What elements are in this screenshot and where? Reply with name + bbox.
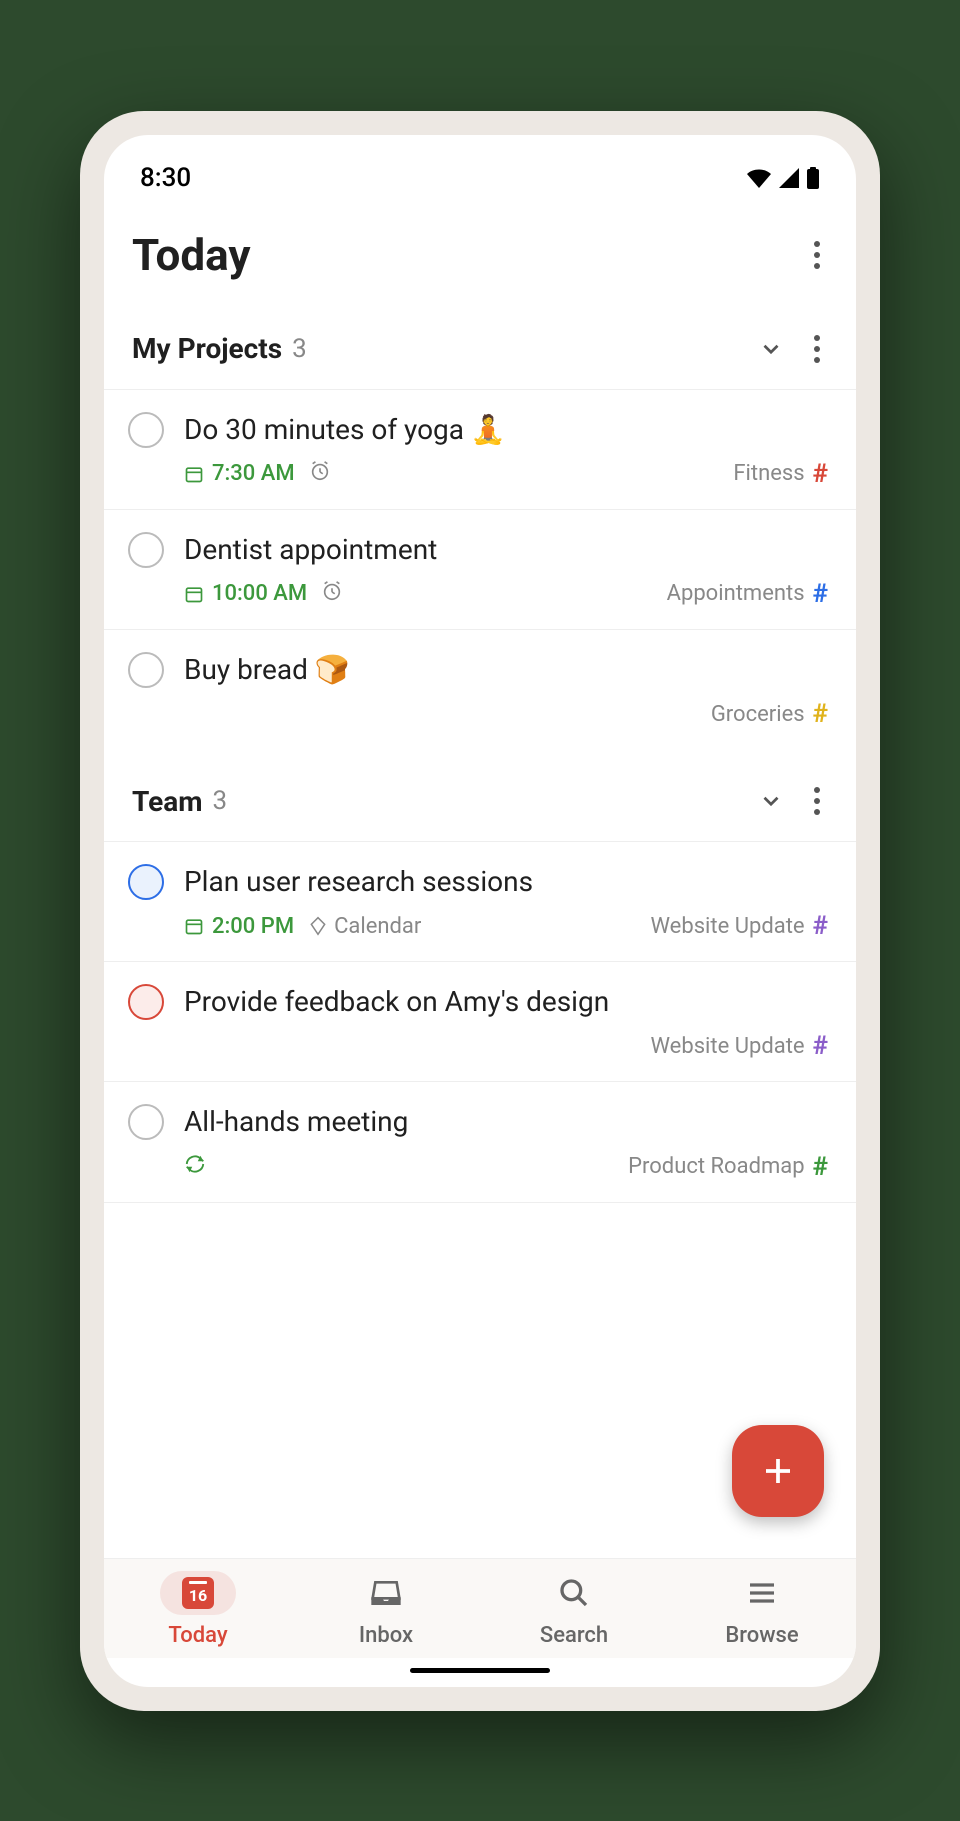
task-project: Fitness bbox=[733, 461, 804, 486]
menu-icon bbox=[746, 1577, 778, 1609]
page-title: Today bbox=[132, 229, 251, 281]
status-bar: 8:30 bbox=[104, 135, 856, 209]
wifi-icon bbox=[746, 168, 772, 188]
task-title: All-hands meeting bbox=[184, 1102, 828, 1141]
task-row[interactable]: Do 30 minutes of yoga 🧘 7:30 AM Fitness … bbox=[104, 389, 856, 509]
signal-icon bbox=[778, 168, 800, 188]
nav-search[interactable]: Search bbox=[480, 1571, 668, 1648]
status-icons bbox=[746, 167, 820, 189]
task-row[interactable]: All-hands meeting Product Roadmap # bbox=[104, 1081, 856, 1202]
hash-icon: # bbox=[813, 1031, 828, 1061]
nav-label: Inbox bbox=[359, 1623, 413, 1648]
nav-browse[interactable]: Browse bbox=[668, 1571, 856, 1648]
chevron-down-icon[interactable] bbox=[758, 788, 784, 814]
hash-icon: # bbox=[813, 459, 828, 489]
task-project: Groceries bbox=[711, 702, 805, 727]
section-title: Team bbox=[132, 785, 202, 818]
task-project: Product Roadmap bbox=[628, 1154, 804, 1179]
task-project: Website Update bbox=[651, 1034, 805, 1059]
recurring-icon bbox=[184, 1153, 206, 1181]
task-project: Website Update bbox=[651, 914, 805, 939]
alarm-icon bbox=[321, 580, 343, 608]
nav-label: Search bbox=[540, 1623, 608, 1648]
chevron-down-icon[interactable] bbox=[758, 336, 784, 362]
section-header-my-projects[interactable]: My Projects 3 bbox=[104, 309, 856, 389]
hash-icon: # bbox=[813, 579, 828, 609]
task-checkbox[interactable] bbox=[128, 652, 164, 688]
task-row[interactable]: Provide feedback on Amy's design Website… bbox=[104, 961, 856, 1081]
task-checkbox[interactable] bbox=[128, 864, 164, 900]
task-title: Plan user research sessions bbox=[184, 862, 828, 901]
task-list: My Projects 3 Do 30 minutes of yoga 🧘 7:… bbox=[104, 309, 856, 1558]
section-count: 3 bbox=[212, 786, 227, 816]
hash-icon: # bbox=[813, 699, 828, 729]
section-title: My Projects bbox=[132, 332, 282, 365]
nav-inbox[interactable]: Inbox bbox=[292, 1571, 480, 1648]
task-checkbox[interactable] bbox=[128, 412, 164, 448]
nav-label: Today bbox=[168, 1623, 227, 1648]
task-project: Appointments bbox=[667, 581, 805, 606]
section-more-button[interactable] bbox=[806, 779, 828, 823]
today-icon: 16 bbox=[182, 1577, 214, 1609]
add-task-button[interactable] bbox=[732, 1425, 824, 1517]
nav-today[interactable]: 16 Today bbox=[104, 1571, 292, 1648]
task-checkbox[interactable] bbox=[128, 984, 164, 1020]
tag-icon bbox=[308, 916, 328, 936]
search-icon bbox=[558, 1577, 590, 1609]
task-title: Do 30 minutes of yoga 🧘 bbox=[184, 410, 828, 449]
section-more-button[interactable] bbox=[806, 327, 828, 371]
home-indicator[interactable] bbox=[410, 1668, 550, 1673]
task-time: 7:30 AM bbox=[184, 461, 295, 486]
hash-icon: # bbox=[813, 911, 828, 941]
calendar-icon bbox=[184, 916, 204, 936]
page-header: Today bbox=[104, 209, 856, 309]
task-title: Buy bread 🍞 bbox=[184, 650, 828, 689]
alarm-icon bbox=[309, 460, 331, 488]
task-checkbox[interactable] bbox=[128, 532, 164, 568]
task-time: 2:00 PM bbox=[184, 914, 294, 939]
task-row[interactable]: Plan user research sessions 2:00 PM Cale… bbox=[104, 841, 856, 961]
task-time: 10:00 AM bbox=[184, 581, 307, 606]
bottom-nav: 16 Today Inbox Search Browse bbox=[104, 1558, 856, 1658]
task-row[interactable]: Buy bread 🍞 Groceries # bbox=[104, 629, 856, 749]
calendar-icon bbox=[184, 464, 204, 484]
task-row[interactable]: Dentist appointment 10:00 AM Appointment… bbox=[104, 509, 856, 629]
task-title: Dentist appointment bbox=[184, 530, 828, 569]
plus-icon bbox=[760, 1453, 796, 1489]
task-checkbox[interactable] bbox=[128, 1104, 164, 1140]
inbox-icon bbox=[370, 1577, 402, 1609]
header-more-button[interactable] bbox=[806, 233, 828, 277]
battery-icon bbox=[806, 167, 820, 189]
section-header-team[interactable]: Team 3 bbox=[104, 761, 856, 841]
task-title: Provide feedback on Amy's design bbox=[184, 982, 828, 1021]
task-label: Calendar bbox=[308, 914, 421, 939]
calendar-icon bbox=[184, 584, 204, 604]
status-time: 8:30 bbox=[140, 163, 191, 193]
nav-label: Browse bbox=[725, 1623, 798, 1648]
hash-icon: # bbox=[813, 1152, 828, 1182]
section-count: 3 bbox=[292, 334, 307, 364]
